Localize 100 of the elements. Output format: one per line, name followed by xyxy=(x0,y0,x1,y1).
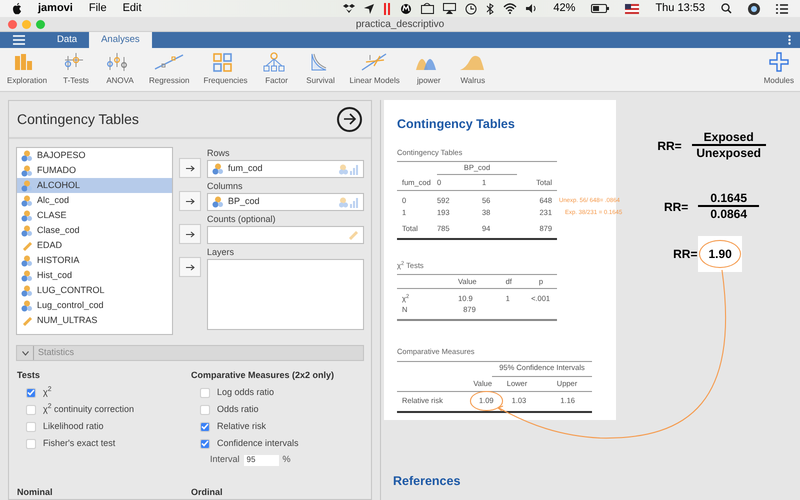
ruler-icon xyxy=(21,314,33,326)
bluetooth-icon xyxy=(486,2,494,14)
menu-icon xyxy=(13,35,25,45)
box-icon xyxy=(343,3,356,14)
minimize-button[interactable] xyxy=(22,20,31,28)
field-label: Rows xyxy=(207,147,231,159)
denominator: 0.0864 xyxy=(710,207,748,222)
unit-label: % xyxy=(282,453,291,466)
nominal-icon xyxy=(21,224,33,236)
plus-icon xyxy=(768,52,789,72)
formula-label: RR= xyxy=(657,138,682,154)
checkbox[interactable] xyxy=(200,388,210,398)
trend-line-icon xyxy=(154,52,184,72)
checkbox-label: Odds ratio xyxy=(217,402,259,416)
arrow-icon xyxy=(186,198,194,204)
checkbox[interactable] xyxy=(26,388,36,398)
checkbox-label: Confidence intervals xyxy=(217,436,299,450)
section-heading: Comparative Measures (2x2 only) xyxy=(191,369,336,382)
move-button[interactable] xyxy=(179,158,201,178)
zoom-button[interactable] xyxy=(36,20,45,28)
checkbox[interactable] xyxy=(200,404,210,414)
more-icon xyxy=(788,35,791,45)
tab[interactable]: Analyses xyxy=(89,32,152,48)
ribbon-button[interactable]: Walrus xyxy=(454,50,491,90)
field-label: Interval xyxy=(210,453,240,466)
close-button[interactable] xyxy=(8,20,17,28)
ribbon-button[interactable]: Frequencies xyxy=(200,50,251,90)
window-title: practica_descriptivo xyxy=(356,18,444,32)
app-menu[interactable]: jamovi xyxy=(38,0,73,17)
nominal-icon xyxy=(21,194,33,206)
checkbox[interactable] xyxy=(26,438,36,448)
battery-icon xyxy=(591,4,610,13)
ribbon-button[interactable]: Linear Models xyxy=(346,50,403,90)
checkbox[interactable] xyxy=(200,422,210,432)
drop-field[interactable] xyxy=(207,226,364,244)
numerator: 0.1645 xyxy=(698,191,760,207)
variable-item[interactable]: ALCOHOL xyxy=(17,178,172,193)
type-icon xyxy=(339,196,359,208)
field-label: Layers xyxy=(207,246,236,258)
checkbox[interactable] xyxy=(200,438,210,448)
move-button[interactable] xyxy=(179,224,201,244)
tab[interactable]: Data xyxy=(45,32,90,48)
menu-item[interactable]: Edit xyxy=(122,0,142,17)
circled-value: 1.90 xyxy=(699,240,741,268)
arrow-icon xyxy=(186,230,194,238)
move-button[interactable] xyxy=(179,191,201,211)
modules-button[interactable]: Modules xyxy=(764,50,794,90)
denominator: Unexposed xyxy=(696,146,761,161)
variable-item[interactable]: Clase_cod xyxy=(17,223,172,238)
results-title: Contingency Tables xyxy=(397,116,516,133)
checkbox-label: Likelihood ratio xyxy=(43,420,104,433)
variable-item[interactable]: FUMADO xyxy=(17,163,172,178)
checkbox[interactable] xyxy=(26,422,36,432)
nominal-icon xyxy=(21,300,33,312)
ribbon-button[interactable]: T-Tests xyxy=(58,50,94,90)
field-label: Counts (optional) xyxy=(207,213,277,225)
pause-icon xyxy=(383,2,392,14)
variable-item[interactable]: BAJOPESO xyxy=(17,148,172,163)
volume-icon xyxy=(526,3,538,14)
airplay-icon xyxy=(443,3,456,14)
drop-field[interactable]: BP_cod xyxy=(207,193,364,211)
variable-item[interactable]: CLASE xyxy=(17,208,172,223)
ribbon-button[interactable]: Factor xyxy=(258,50,295,90)
ribbon-button[interactable]: Exploration xyxy=(4,50,50,90)
clock-icon xyxy=(465,2,478,14)
variable-item[interactable]: LUG_CONTROL xyxy=(17,283,172,298)
run-button[interactable] xyxy=(337,106,362,132)
interval-field[interactable]: 95 xyxy=(244,454,279,466)
nominal-icon xyxy=(21,210,33,222)
variable-item[interactable]: NUM_ULTRAS xyxy=(17,313,172,328)
menu-item[interactable]: File xyxy=(88,0,107,17)
drop-field[interactable]: fum_cod xyxy=(207,160,364,178)
nominal-icon xyxy=(21,150,33,162)
ribbon-button[interactable]: ANOVA xyxy=(102,50,138,90)
checkbox[interactable] xyxy=(26,404,36,414)
drop-list[interactable] xyxy=(207,259,364,330)
variable-item[interactable]: Lug_control_cod xyxy=(17,298,172,313)
checkbox-label: Log odds ratio xyxy=(217,386,274,399)
list-icon xyxy=(776,4,788,14)
variable-item[interactable]: EDAD xyxy=(17,238,172,253)
ribbon-button[interactable]: Survival xyxy=(302,50,339,90)
variable-item[interactable]: HISTORIA xyxy=(17,253,172,268)
ribbon-button[interactable]: jpower xyxy=(410,50,447,90)
chevron-icon xyxy=(22,350,29,356)
section-heading: Ordinal xyxy=(191,486,223,499)
checkbox-label: Relative risk xyxy=(217,420,266,433)
arrow-icon xyxy=(342,113,356,125)
nominal-icon xyxy=(21,164,33,176)
arrow-icon xyxy=(186,164,194,172)
location-icon xyxy=(364,4,374,14)
flag-icon xyxy=(625,4,640,14)
checkbox-label: χ$^{2}$ xyxy=(43,386,52,399)
variable-item[interactable]: Hist_cod xyxy=(17,268,172,283)
move-button[interactable] xyxy=(179,257,201,277)
wifi-icon xyxy=(503,3,518,14)
nominal-icon xyxy=(21,270,33,282)
ribbon-button[interactable]: Regression xyxy=(146,50,192,90)
panel-title: Contingency Tables xyxy=(17,110,139,129)
section-heading: Tests xyxy=(17,369,41,382)
variable-item[interactable]: Alc_cod xyxy=(17,193,172,208)
